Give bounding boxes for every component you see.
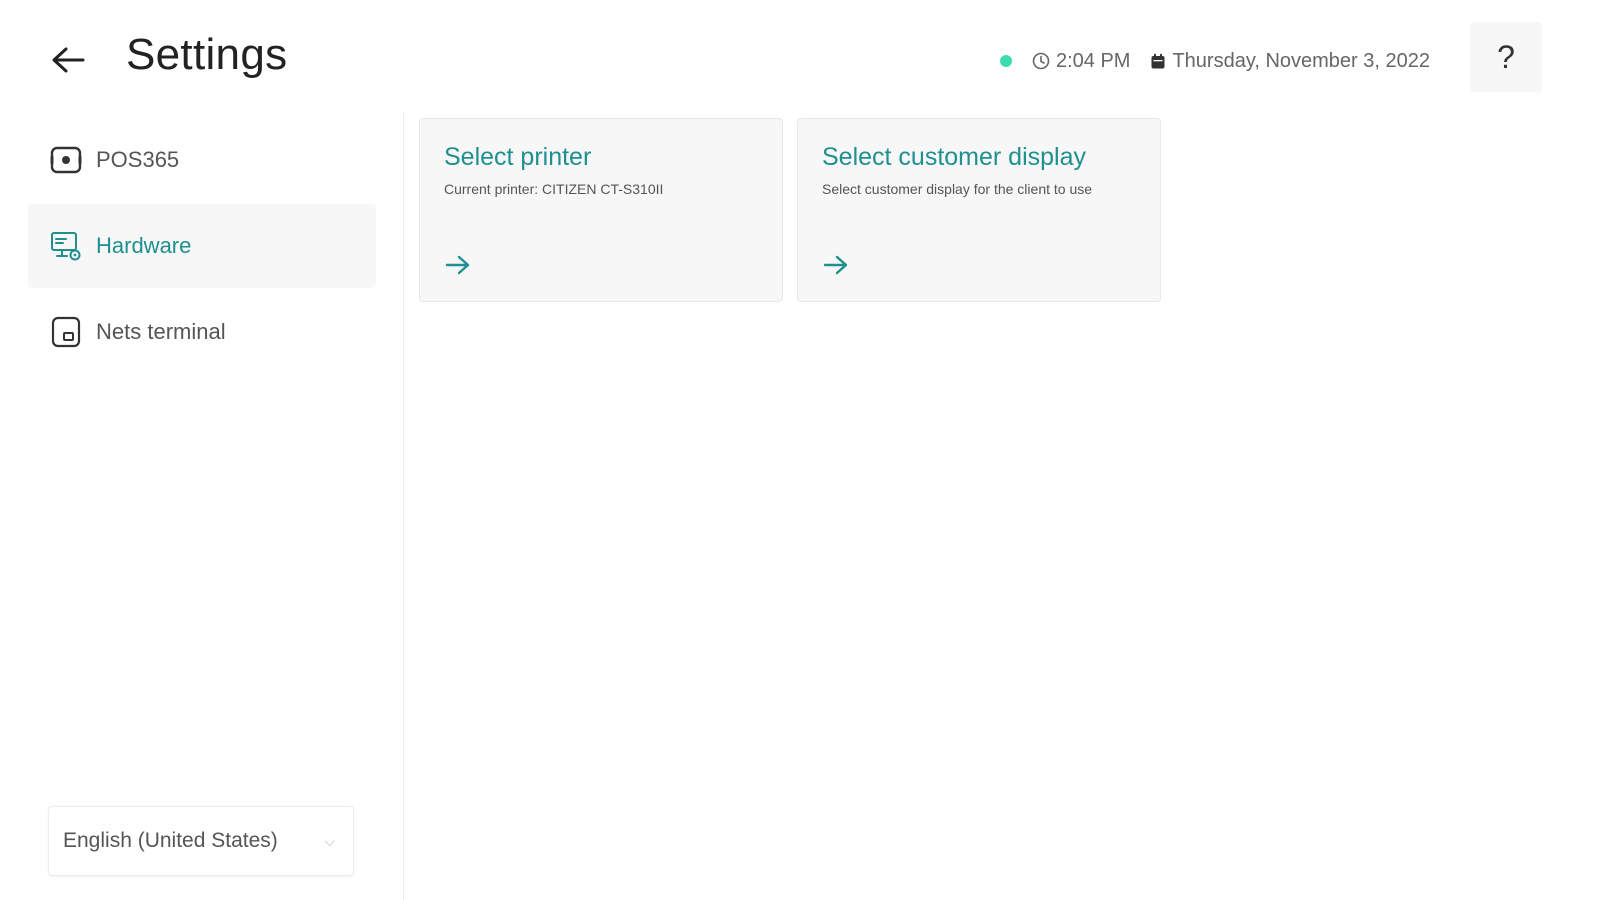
- date-display: Thursday, November 3, 2022: [1150, 50, 1430, 73]
- clock-time: 2:04 PM: [1055, 49, 1131, 72]
- terminal-icon: [51, 316, 81, 348]
- date-text: Thursday, November 3, 2022: [1172, 49, 1430, 72]
- arrow-right-icon: [823, 255, 848, 275]
- sidebar-item-nets-terminal[interactable]: Nets terminal: [28, 290, 376, 374]
- pos-device-icon: [50, 146, 82, 174]
- settings-screen: Settings 2:04 PM Thursday, November 3, 2…: [0, 0, 1600, 900]
- status-bar: 2:04 PM Thursday, November 3, 2022: [999, 48, 1430, 74]
- calendar-icon: [1151, 53, 1165, 68]
- card-title: Select printer: [444, 143, 592, 171]
- sidebar-item-label: Nets terminal: [96, 319, 226, 344]
- language-select-value: English (United States): [63, 829, 278, 852]
- card-subtitle: Select customer display for the client t…: [822, 181, 1093, 197]
- online-status-indicator: [999, 55, 1012, 67]
- language-select[interactable]: English (United States) ⌵: [48, 806, 354, 876]
- sidebar-item-label: Hardware: [96, 233, 192, 258]
- sidebar-item-label: POS365: [96, 147, 180, 172]
- card-subtitle: Current printer: CITIZEN CT-S310II: [444, 181, 664, 197]
- arrow-right-icon: [445, 255, 470, 275]
- clock-icon: [1032, 52, 1050, 70]
- back-button[interactable]: [44, 36, 92, 84]
- clock: 2:04 PM: [1032, 50, 1130, 73]
- sidebar-item-pos365[interactable]: POS365: [28, 118, 376, 202]
- sidebar: POS365 Hardware Nets terminal English (U…: [0, 112, 404, 900]
- help-button[interactable]: ?: [1470, 22, 1542, 92]
- page-title: Settings: [126, 30, 288, 79]
- card-title: Select customer display: [822, 143, 1087, 171]
- select-customer-display-card[interactable]: Select customer display Select customer …: [797, 118, 1161, 302]
- sidebar-item-hardware[interactable]: Hardware: [28, 204, 376, 288]
- arrow-left-icon: [52, 47, 85, 73]
- select-printer-card[interactable]: Select printer Current printer: CITIZEN …: [419, 118, 783, 302]
- chevron-down-icon: ⌵: [324, 832, 335, 849]
- hardware-monitor-icon: [51, 232, 81, 261]
